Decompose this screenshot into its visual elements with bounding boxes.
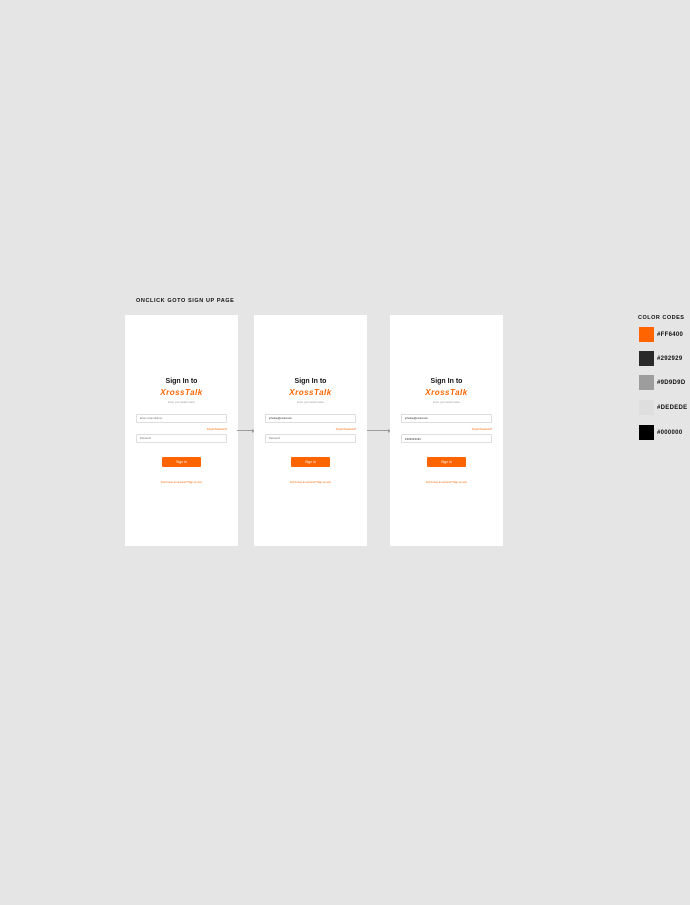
- forgot-password-link[interactable]: Forgot Password?: [472, 428, 492, 431]
- signup-link[interactable]: Don't have an account? Sign up now: [125, 481, 238, 484]
- email-field[interactable]: johndoe@email.com: [401, 414, 492, 423]
- color-swatch: [639, 351, 654, 366]
- brand-name: XrossTalk: [289, 388, 332, 397]
- email-field[interactable]: johndoe@email.com: [265, 414, 356, 423]
- password-field[interactable]: [136, 434, 227, 443]
- signin-heading: Sign In to: [165, 378, 198, 385]
- brand-name: XrossTalk: [425, 388, 468, 397]
- flow-arrow: [237, 428, 255, 433]
- color-swatch: [639, 400, 654, 415]
- signin-subtitle: Enter your details below: [433, 401, 460, 404]
- forgot-password-link[interactable]: Forgot Password?: [336, 428, 356, 431]
- signin-button[interactable]: Sign in: [427, 457, 466, 467]
- signin-subtitle: Enter your details below: [168, 401, 195, 404]
- color-swatch: [639, 425, 654, 440]
- color-hex-label: #292929: [657, 355, 683, 362]
- password-field[interactable]: ••••••••••: [401, 434, 492, 443]
- color-swatch-row: #9D9D9D: [639, 375, 685, 390]
- signin-screen-empty: Sign In to XrossTalk Enter your details …: [125, 315, 238, 546]
- flow-arrow: [367, 428, 391, 433]
- signin-screen-email: Sign In to XrossTalk Enter your details …: [254, 315, 367, 546]
- signin-heading: Sign In to: [430, 378, 463, 385]
- color-swatch: [639, 375, 654, 390]
- brand-name: XrossTalk: [160, 388, 203, 397]
- signin-button[interactable]: Sign in: [162, 457, 201, 467]
- color-hex-label: #9D9D9D: [657, 379, 686, 386]
- color-swatch-row: #DEDEDE: [639, 400, 687, 415]
- color-swatch-row: #000000: [639, 425, 682, 440]
- signin-button[interactable]: Sign in: [291, 457, 330, 467]
- email-field[interactable]: [136, 414, 227, 423]
- signin-subtitle: Enter your details below: [297, 401, 324, 404]
- flow-title: ONCLICK GOTO SIGN UP PAGE: [136, 298, 235, 304]
- signup-link[interactable]: Don't have an account? Sign up now: [254, 481, 367, 484]
- color-hex-label: #000000: [657, 429, 683, 436]
- color-swatch: [639, 327, 654, 342]
- forgot-password-link[interactable]: Forgot Password?: [207, 428, 227, 431]
- password-field[interactable]: [265, 434, 356, 443]
- color-swatch-row: #FF6400: [639, 327, 683, 342]
- color-swatch-row: #292929: [639, 351, 682, 366]
- color-hex-label: #FF6400: [657, 331, 684, 338]
- color-codes-title: COLOR CODES: [638, 315, 685, 321]
- signup-link[interactable]: Don't have an account? Sign up now: [390, 481, 503, 484]
- signin-heading: Sign In to: [294, 378, 327, 385]
- color-hex-label: #DEDEDE: [657, 404, 688, 411]
- signin-screen-filled: Sign In to XrossTalk Enter your details …: [390, 315, 503, 546]
